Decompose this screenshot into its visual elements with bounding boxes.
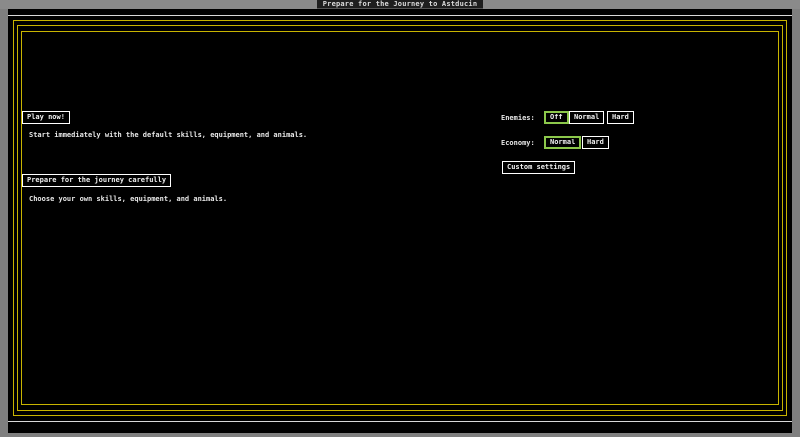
window-bottom-edge [0,433,800,437]
prepare-carefully-description: Choose your own skills, equipment, and a… [29,195,228,203]
enemies-label: Enemies: [501,114,535,122]
enemies-normal-button[interactable]: Normal [569,111,605,124]
economy-normal-button[interactable]: Normal [544,136,582,149]
economy-hard-button[interactable]: Hard [582,136,609,149]
title-underline [317,8,483,9]
game-screen [8,9,792,433]
enemies-hard-button[interactable]: Hard [607,111,634,124]
window-left-edge [0,9,8,437]
custom-settings-button[interactable]: Custom settings [502,161,576,174]
window-right-edge [792,9,800,437]
prepare-carefully-button[interactable]: Prepare for the journey carefully [22,174,172,187]
economy-label: Economy: [501,139,535,147]
play-now-button[interactable]: Play now! [22,111,70,124]
play-now-description: Start immediately with the default skill… [29,131,308,139]
enemies-off-button[interactable]: Off [544,111,569,124]
